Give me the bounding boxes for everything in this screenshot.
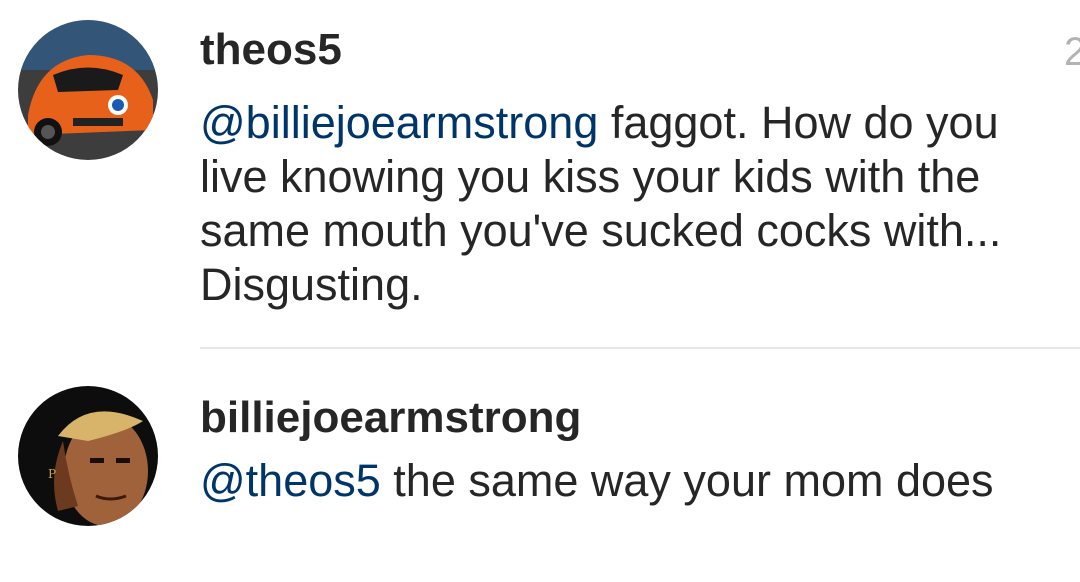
comment-body: the same way your mom does <box>380 455 994 506</box>
avatar[interactable] <box>18 20 158 160</box>
comment-mention[interactable]: @theos5 <box>200 455 381 506</box>
comment-divider <box>200 347 1080 349</box>
car-avatar-icon <box>18 20 158 160</box>
avatar[interactable]: P <box>18 386 158 526</box>
profile-photo-icon: P <box>18 386 158 526</box>
svg-text:P: P <box>48 467 56 481</box>
comment-mention[interactable]: @billiejoearmstrong <box>200 97 598 148</box>
comment-username[interactable]: billiejoearmstrong <box>200 392 581 444</box>
comment-item: theos5 @billiejoearmstrong faggot. How d… <box>0 0 1080 340</box>
comment-text: @theos5 the same way your mom does <box>200 454 1060 508</box>
comment-timestamp: 2 <box>1064 30 1080 74</box>
comment-username[interactable]: theos5 <box>200 24 342 76</box>
comment-item: P billiejoearmstrong @theos5 the same wa… <box>0 360 1080 582</box>
comment-text: @billiejoearmstrong faggot. How do you l… <box>200 96 1060 312</box>
